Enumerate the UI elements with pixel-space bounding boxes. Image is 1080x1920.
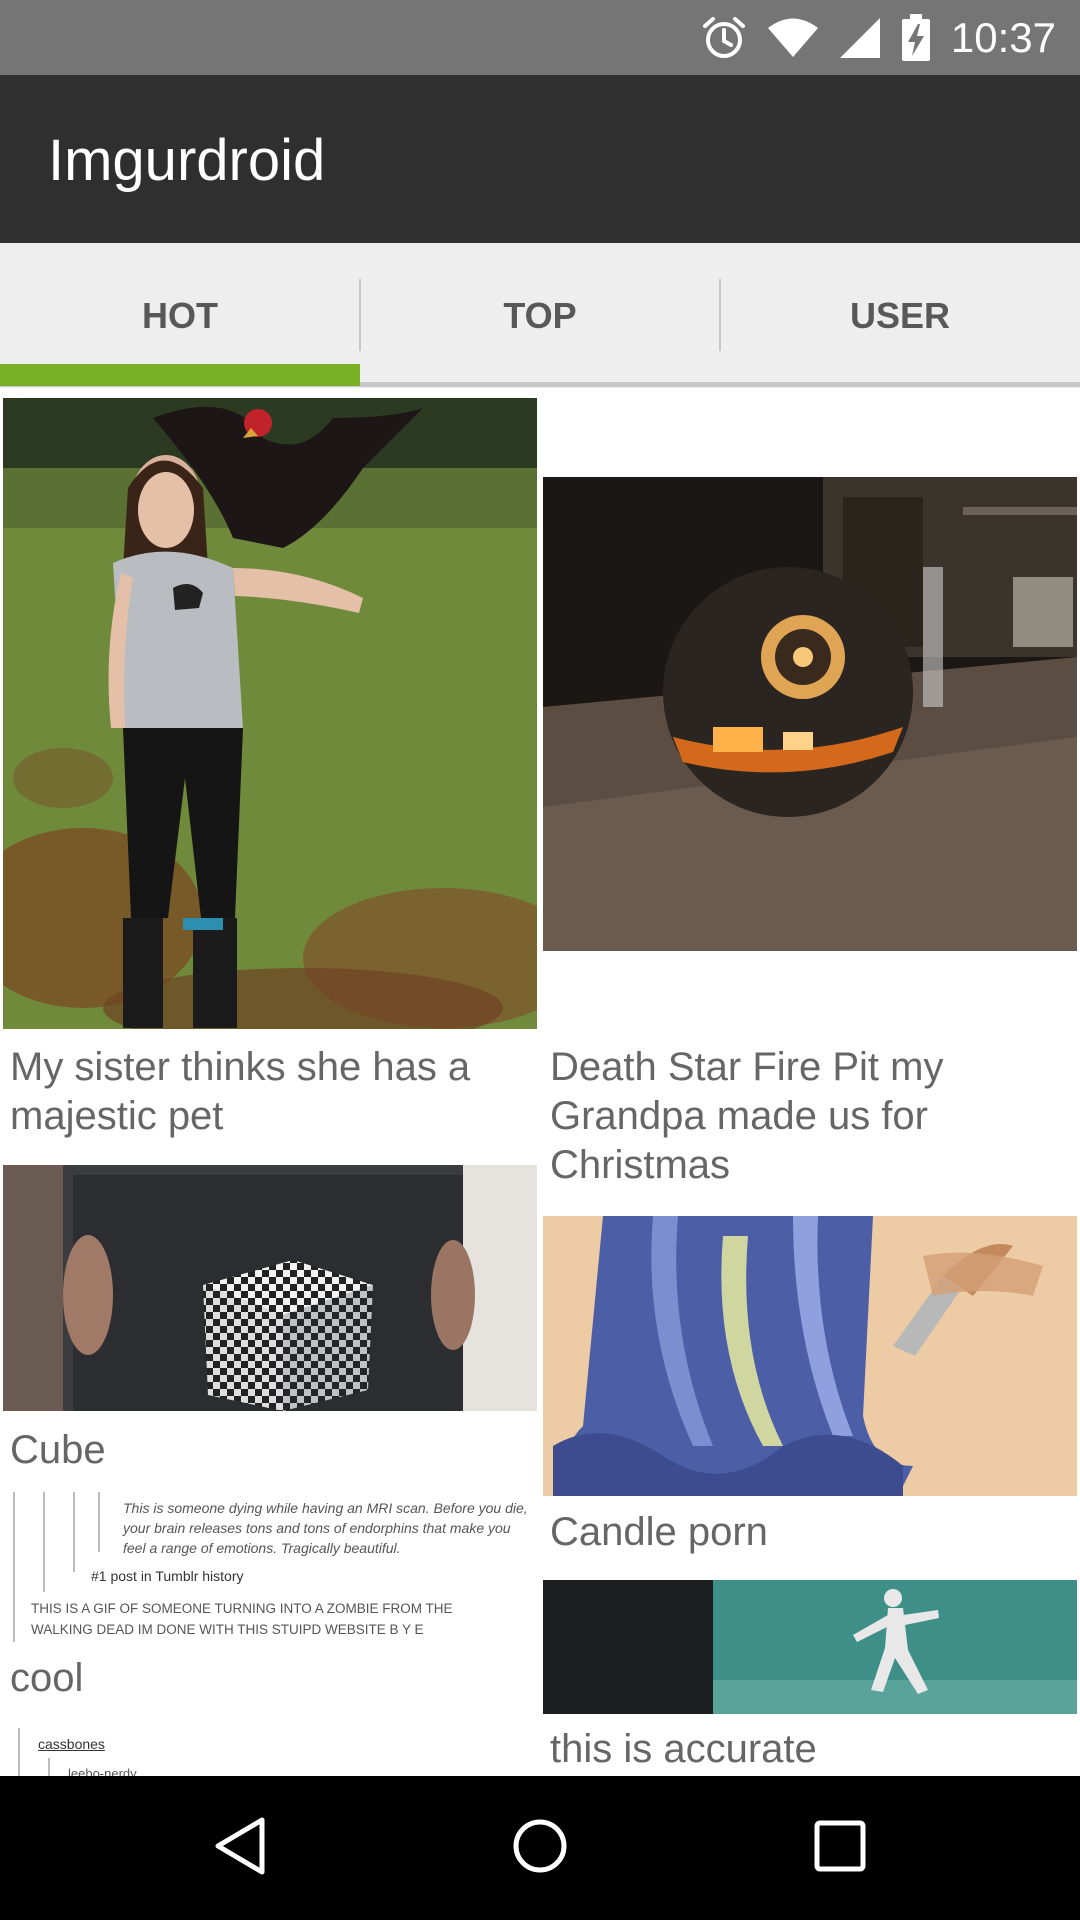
- post-image[interactable]: [543, 477, 1077, 951]
- woman-with-rooster-photo: [3, 398, 537, 1029]
- post-image[interactable]: This is someone dying while having an MR…: [3, 1490, 537, 1650]
- post-title[interactable]: Cube: [10, 1426, 530, 1475]
- death-star-fire-pit-photo: [543, 477, 1077, 951]
- back-button[interactable]: [180, 1776, 300, 1920]
- post-title[interactable]: Death Star Fire Pit my Grandpa made us f…: [550, 1043, 1070, 1190]
- post-image[interactable]: [543, 1216, 1077, 1496]
- status-bar: 10:37: [0, 0, 1080, 75]
- alarm-icon: [701, 15, 747, 61]
- recents-button[interactable]: [780, 1776, 900, 1920]
- tab-label: USER: [849, 294, 951, 336]
- image-user-text: cassbones: [38, 1736, 105, 1752]
- back-icon: [212, 1816, 268, 1881]
- tumblr-screenshot: This is someone dying while having an MR…: [3, 1490, 537, 1650]
- tab-top[interactable]: TOP: [360, 243, 720, 388]
- post-image[interactable]: cassbones leebo-nerdy: [3, 1728, 537, 1776]
- tab-user[interactable]: USER: [720, 243, 1080, 388]
- wifi-icon: [767, 17, 819, 59]
- tumblr-screenshot-2: cassbones leebo-nerdy: [3, 1728, 537, 1776]
- image-post-rank-text: #1 post in Tumblr history: [91, 1568, 244, 1584]
- cell-signal-icon: [839, 17, 881, 59]
- status-icons: 10:37: [701, 0, 1056, 75]
- app-bar: Imgurdroid: [0, 75, 1080, 243]
- clock: 10:37: [950, 13, 1056, 61]
- post-title[interactable]: this is accurate: [550, 1725, 1070, 1774]
- image-feed[interactable]: My sister thinks she has a majestic pet …: [0, 388, 1080, 1776]
- carved-candle-photo: [543, 1216, 1077, 1496]
- navigation-bar: [0, 1776, 1080, 1920]
- checkered-cube-gif: [3, 1165, 537, 1411]
- recents-icon: [814, 1820, 866, 1877]
- post-image[interactable]: [3, 398, 537, 1029]
- selected-tab-indicator: [0, 364, 360, 386]
- image-user2-text: leebo-nerdy: [68, 1766, 137, 1776]
- tab-label: TOP: [503, 294, 577, 336]
- image-quote-text: This is someone dying while having an MR…: [123, 1500, 528, 1556]
- post-image[interactable]: [543, 1580, 1077, 1714]
- post-title[interactable]: My sister thinks she has a majestic pet: [10, 1043, 530, 1141]
- home-icon: [511, 1817, 569, 1880]
- dancing-figure-gif: [543, 1580, 1077, 1714]
- home-button[interactable]: [480, 1776, 600, 1920]
- image-reply-text: THIS IS A GIF OF SOMEONE TURNING INTO A …: [31, 1601, 453, 1637]
- tab-label: HOT: [142, 294, 218, 336]
- app-title: Imgurdroid: [48, 128, 326, 193]
- post-image[interactable]: [3, 1165, 537, 1411]
- battery-charging-icon: [901, 13, 931, 62]
- post-title[interactable]: Candle porn: [550, 1508, 1070, 1557]
- post-title[interactable]: cool: [10, 1654, 530, 1703]
